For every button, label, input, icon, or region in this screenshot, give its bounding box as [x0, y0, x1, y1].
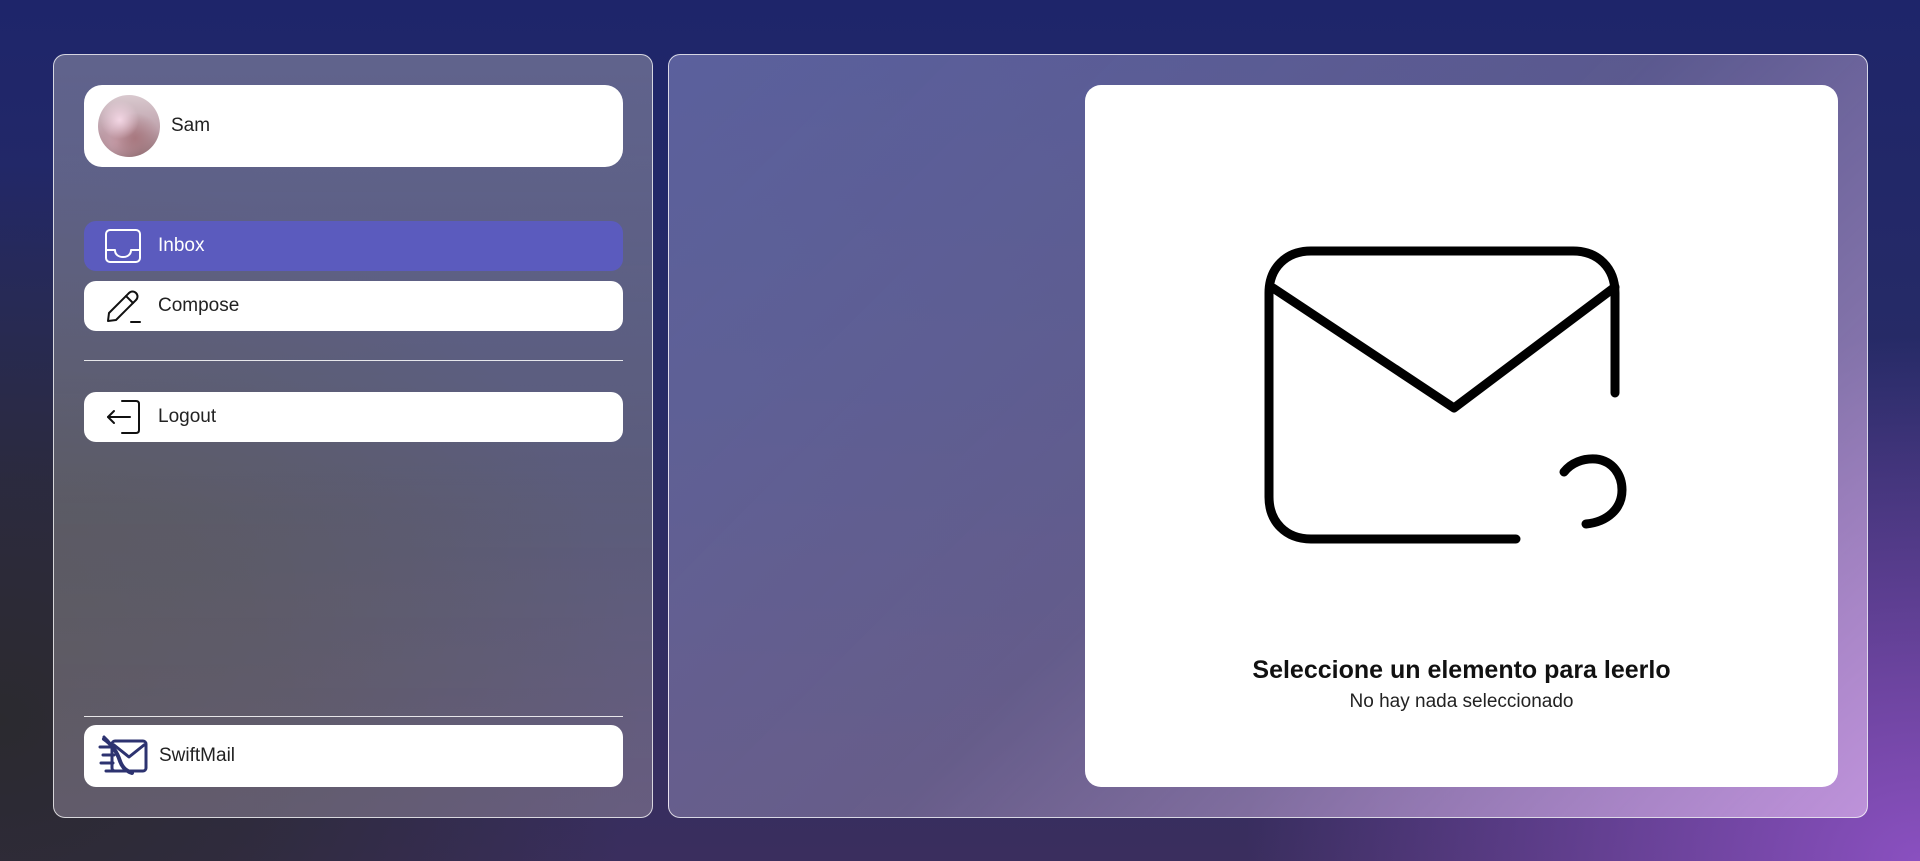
profile-name: Sam: [171, 115, 211, 136]
brand-card: SwiftMail: [84, 725, 623, 787]
sidebar-item-label: Inbox: [158, 235, 205, 256]
swiftmail-logo-icon: [98, 735, 148, 777]
logout-button[interactable]: Logout: [84, 392, 623, 442]
sidebar-item-label: Compose: [158, 295, 240, 316]
divider: [84, 716, 623, 717]
divider: [84, 360, 623, 361]
mail-question-icon: [1263, 245, 1663, 582]
sidebar: Sam Inbox Compose Logout SwiftMail: [53, 54, 653, 818]
reading-pane: Seleccione un elemento para leerlo No ha…: [1085, 85, 1838, 787]
inbox-icon: [104, 227, 142, 265]
brand-name: SwiftMail: [159, 745, 236, 766]
pencil-icon: [104, 287, 142, 325]
avatar[interactable]: [98, 95, 160, 157]
logout-icon: [104, 398, 142, 436]
empty-state-subtitle: No hay nada seleccionado: [1349, 691, 1574, 712]
main-panel: Seleccione un elemento para leerlo No ha…: [668, 54, 1868, 818]
empty-state-title: Seleccione un elemento para leerlo: [1252, 656, 1671, 684]
logout-label: Logout: [158, 406, 217, 427]
sidebar-item-compose[interactable]: Compose: [84, 281, 623, 331]
sidebar-item-inbox[interactable]: Inbox: [84, 221, 623, 271]
profile-card[interactable]: Sam: [84, 85, 623, 167]
